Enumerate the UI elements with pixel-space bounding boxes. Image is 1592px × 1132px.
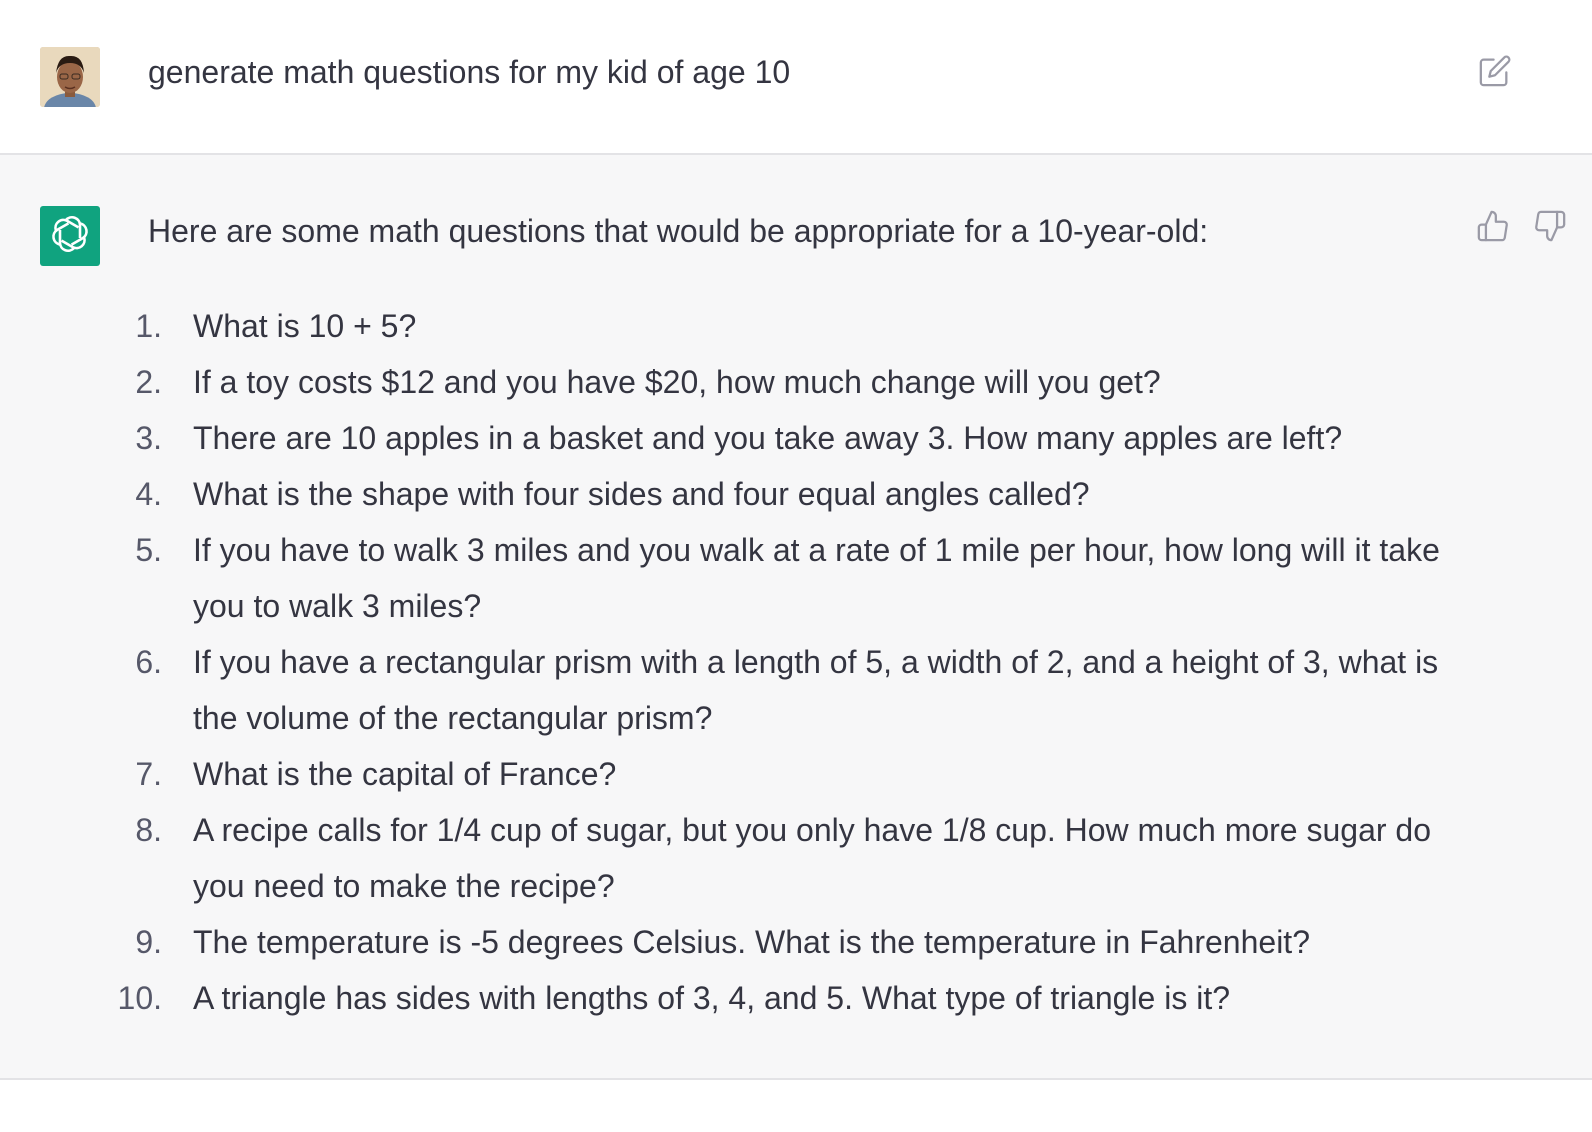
thumbs-down-icon [1533,210,1567,247]
list-item-text: If a toy costs $12 and you have $20, how… [193,364,1161,400]
list-item: 2. If a toy costs $12 and you have $20, … [0,354,1592,410]
openai-logo-icon [48,212,92,261]
list-item: 4. What is the shape with four sides and… [0,466,1592,522]
list-item-text: What is 10 + 5? [193,308,417,344]
user-message-row: generate math questions for my kid of ag… [0,0,1592,155]
list-item-text: A triangle has sides with lengths of 3, … [193,980,1231,1016]
list-item: 7. What is the capital of France? [0,746,1592,802]
user-message-text: generate math questions for my kid of ag… [148,54,791,90]
list-item: 8. A recipe calls for 1/4 cup of sugar, … [0,802,1592,914]
list-item-number: 9. [135,924,162,960]
list-item: 3. There are 10 apples in a basket and y… [0,410,1592,466]
assistant-intro-text: Here are some math questions that would … [148,213,1209,249]
list-item-number: 6. [135,644,162,680]
list-item-number: 2. [135,364,162,400]
assistant-message-row: Here are some math questions that would … [0,155,1592,1080]
list-item-text: If you have to walk 3 miles and you walk… [193,532,1440,624]
edit-message-button[interactable] [1478,54,1514,90]
list-item-text: What is the shape with four sides and fo… [193,476,1090,512]
list-item-number: 8. [135,812,162,848]
list-item: 1. What is 10 + 5? [0,298,1592,354]
list-item-text: If you have a rectangular prism with a l… [193,644,1439,736]
thumbs-up-button[interactable] [1476,209,1512,245]
thumbs-up-icon [1476,210,1510,247]
user-avatar [40,47,100,107]
question-list: 1. What is 10 + 5? 2. If a toy costs $12… [0,298,1592,1026]
list-item-text: There are 10 apples in a basket and you … [193,420,1343,456]
list-item: 9. The temperature is -5 degrees Celsius… [0,914,1592,970]
list-item: 5. If you have to walk 3 miles and you w… [0,522,1592,634]
list-item-text: A recipe calls for 1/4 cup of sugar, but… [193,812,1432,904]
thumbs-down-button[interactable] [1533,209,1569,245]
list-item-number: 4. [135,476,162,512]
list-item-number: 5. [135,532,162,568]
edit-pencil-icon [1478,55,1512,92]
list-item-number: 7. [135,756,162,792]
list-item-text: What is the capital of France? [193,756,617,792]
list-item: 6. If you have a rectangular prism with … [0,634,1592,746]
list-item-text: The temperature is -5 degrees Celsius. W… [193,924,1310,960]
list-item-number: 1. [135,308,162,344]
list-item-number: 10. [117,980,162,1016]
list-item: 10. A triangle has sides with lengths of… [0,970,1592,1026]
list-item-number: 3. [135,420,162,456]
assistant-avatar [40,206,100,266]
